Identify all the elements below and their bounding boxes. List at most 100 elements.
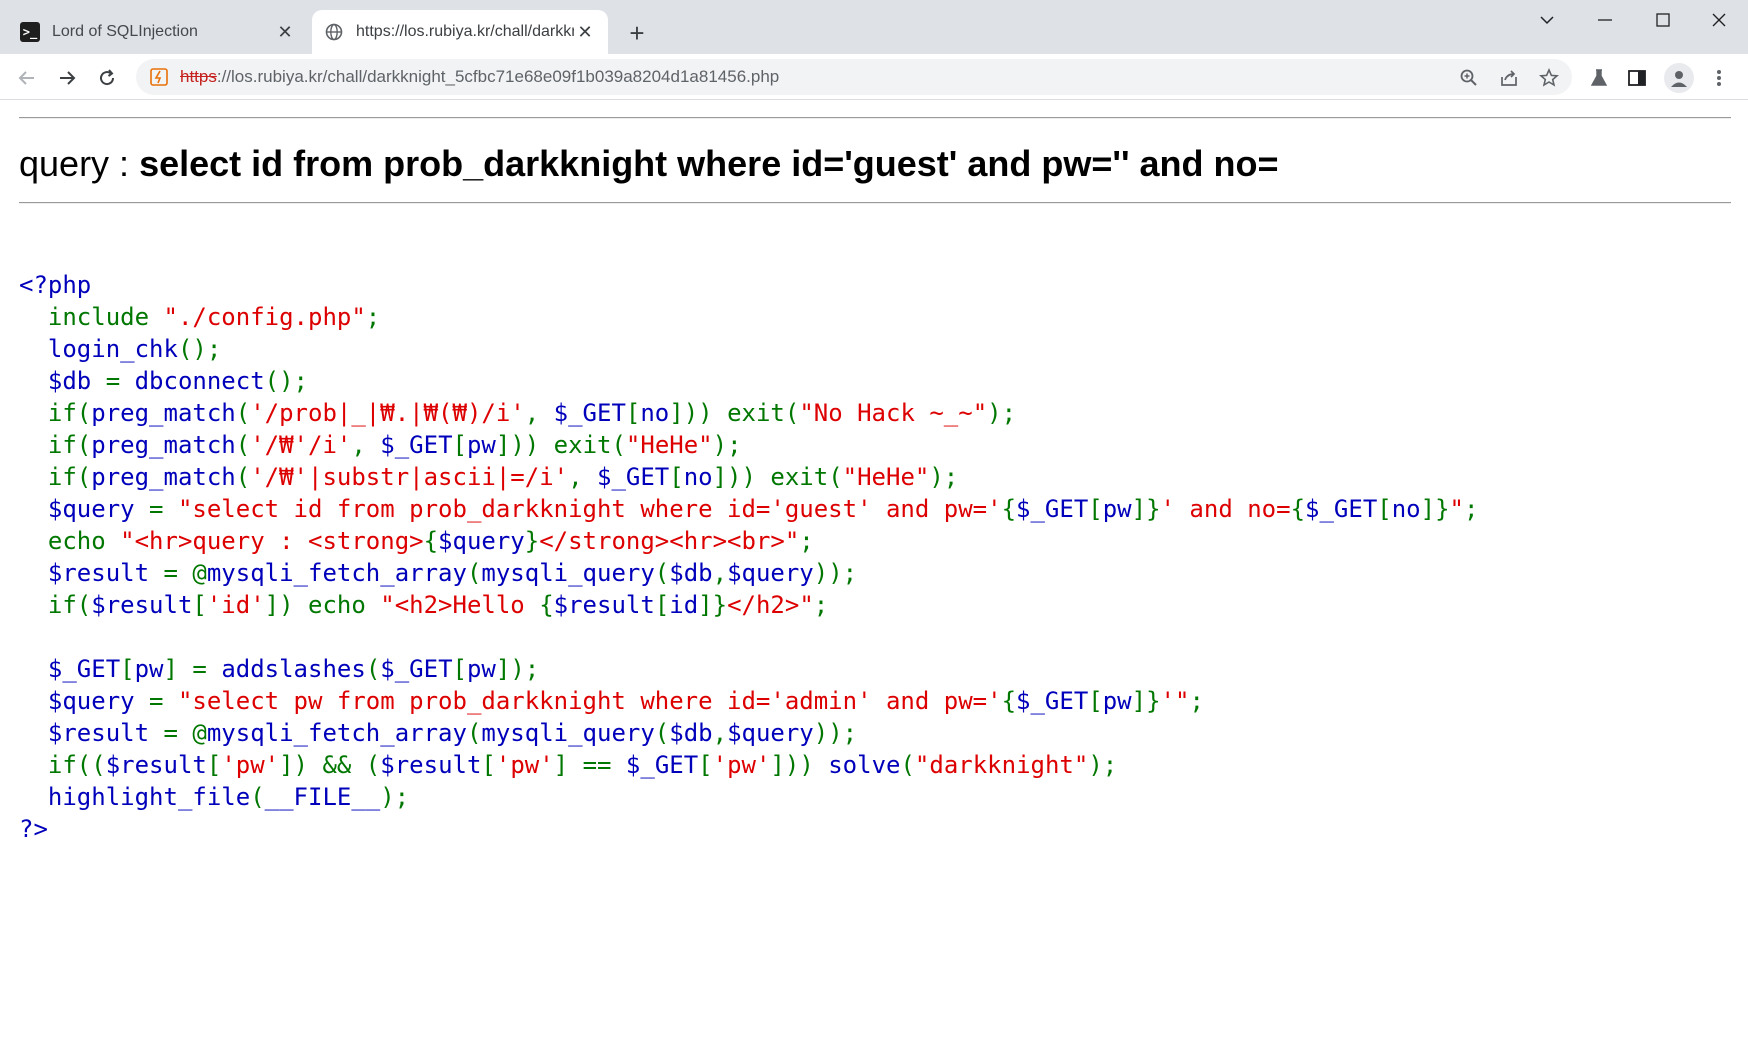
code-token: { xyxy=(1001,687,1017,715)
code-token: $_GET xyxy=(597,463,670,491)
code-line: $result = @mysqli_fetch_array(mysqli_que… xyxy=(19,557,1478,589)
close-window-button[interactable] xyxy=(1690,0,1748,40)
tab-lord-of-sqlinjection[interactable]: >_ Lord of SQLInjection ✕ xyxy=(8,10,308,54)
code-token: ] == xyxy=(553,751,626,779)
code-token: include xyxy=(19,303,164,331)
code-token: $query xyxy=(19,495,150,523)
code-token: ; xyxy=(1464,495,1479,523)
tab-title: Lord of SQLInjection xyxy=(52,23,198,40)
code-token: ( xyxy=(654,559,670,587)
code-token: = xyxy=(105,367,135,395)
profile-avatar-icon[interactable] xyxy=(1664,63,1694,93)
code-token: )); xyxy=(813,559,858,587)
share-icon[interactable] xyxy=(1498,67,1520,89)
code-token: " xyxy=(1449,495,1464,523)
side-panel-icon[interactable] xyxy=(1624,65,1650,91)
code-token: $query xyxy=(438,527,525,555)
code-line: if(preg_match('/₩'|substr|ascii|=/i', $_… xyxy=(19,461,1478,493)
labs-flask-icon[interactable] xyxy=(1586,65,1612,91)
code-token: ); xyxy=(929,463,959,491)
code-token: [ xyxy=(1377,495,1392,523)
star-icon[interactable] xyxy=(1538,67,1560,89)
code-token: ( xyxy=(235,431,251,459)
code-token: $result xyxy=(91,591,193,619)
code-line: $_GET[pw] = addslashes($_GET[pw]); xyxy=(19,653,1478,685)
code-token: 'pw' xyxy=(495,751,554,779)
code-token: ); xyxy=(712,431,742,459)
url-text[interactable]: https://los.rubiya.kr/chall/darkknight_5… xyxy=(180,67,779,87)
code-token: ); xyxy=(1088,751,1118,779)
back-button[interactable] xyxy=(10,61,44,95)
code-token: $_GET xyxy=(19,655,121,683)
code-line: $result = @mysqli_fetch_array(mysqli_que… xyxy=(19,717,1478,749)
code-token: { xyxy=(1001,495,1017,523)
tab-darkknight[interactable]: https://los.rubiya.kr/chall/darkkn ✕ xyxy=(312,10,608,54)
maximize-button[interactable] xyxy=(1634,0,1692,40)
new-tab-button[interactable]: + xyxy=(622,18,652,48)
code-token: ?> xyxy=(19,815,48,843)
code-token: "darkknight" xyxy=(914,751,1089,779)
not-secure-icon[interactable] xyxy=(148,66,170,88)
code-token: "select pw from prob_darkknight where id… xyxy=(177,687,1002,715)
code-line: $query = "select id from prob_darkknight… xyxy=(19,493,1479,525)
code-token: <?php xyxy=(19,271,92,299)
close-icon[interactable]: ✕ xyxy=(274,21,296,43)
chevron-down-icon[interactable] xyxy=(1518,0,1576,40)
code-token: , xyxy=(712,719,728,747)
code-token: { xyxy=(539,591,554,619)
code-token: if( xyxy=(19,591,92,619)
code-token: 'id' xyxy=(206,591,265,619)
code-token: pw xyxy=(1102,687,1132,715)
code-token: ( xyxy=(654,719,670,747)
address-bar[interactable]: https://los.rubiya.kr/chall/darkknight_5… xyxy=(136,59,1572,95)
code-token: $_GET xyxy=(380,431,453,459)
code-token: pw xyxy=(466,431,496,459)
code-token: id xyxy=(669,591,699,619)
code-token: { xyxy=(1290,495,1306,523)
code-token: if( xyxy=(19,463,92,491)
code-token: </h2>" xyxy=(727,591,814,619)
code-token: $db xyxy=(669,559,713,587)
code-token: ); xyxy=(380,783,410,811)
code-token: $_GET xyxy=(625,751,699,779)
zoom-icon[interactable] xyxy=(1458,67,1480,89)
code-token: "No Hack ~_~" xyxy=(799,399,988,427)
code-token: , xyxy=(351,431,381,459)
code-token: } xyxy=(524,527,540,555)
browser-toolbar: https://los.rubiya.kr/chall/darkknight_5… xyxy=(0,54,1748,100)
code-token: '/prob|_|₩.|₩(₩)/i' xyxy=(250,399,525,427)
code-token: preg_match xyxy=(91,399,236,427)
code-token: (); xyxy=(177,335,222,363)
code-token: '/₩'|substr|ascii|=/i' xyxy=(250,463,569,491)
code-token: [ xyxy=(654,591,670,619)
code-token: ]); xyxy=(495,655,540,683)
code-token: ]) echo xyxy=(264,591,381,619)
code-token: mysqli_query xyxy=(481,559,655,587)
minimize-button[interactable] xyxy=(1576,0,1634,40)
code-token: $result xyxy=(553,591,655,619)
code-token: , xyxy=(524,399,554,427)
code-token: $_GET xyxy=(553,399,626,427)
code-token: __FILE__ xyxy=(264,783,381,811)
code-token: $_GET xyxy=(380,655,453,683)
query-label: query : xyxy=(19,143,140,184)
code-token: $db xyxy=(19,367,106,395)
code-token: [ xyxy=(192,591,207,619)
close-icon[interactable]: ✕ xyxy=(574,21,596,43)
code-token: ( xyxy=(466,719,482,747)
code-token: ]} xyxy=(1131,687,1161,715)
code-token: = xyxy=(149,687,178,715)
code-token: $db xyxy=(669,719,713,747)
code-token: ; xyxy=(365,303,381,331)
code-token: echo xyxy=(19,527,121,555)
kebab-menu-icon[interactable] xyxy=(1706,65,1732,91)
code-token: ])) xyxy=(770,751,829,779)
code-token: $_GET xyxy=(1016,495,1089,523)
code-line: if(($result['pw']) && ($result['pw'] == … xyxy=(19,749,1478,781)
code-token: addslashes xyxy=(221,655,366,683)
forward-button[interactable] xyxy=(50,61,84,95)
code-token: ]} xyxy=(698,591,728,619)
reload-button[interactable] xyxy=(90,61,124,95)
code-line: $db = dbconnect(); xyxy=(19,365,1478,397)
code-line: <?php xyxy=(19,269,1478,301)
